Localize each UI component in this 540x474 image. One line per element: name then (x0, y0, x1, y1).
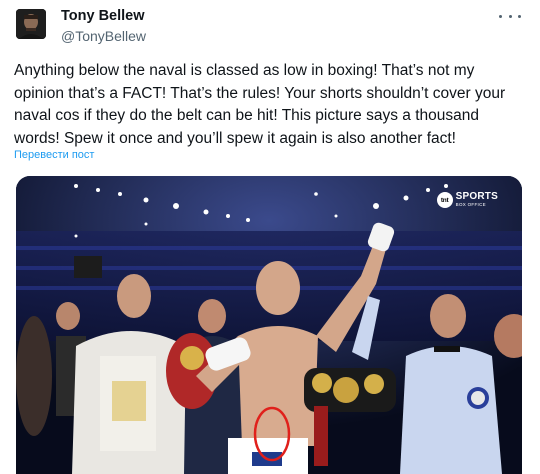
more-horizontal-icon[interactable] (499, 9, 521, 23)
tnt-logo-icon: tnt (436, 192, 453, 208)
boxing-photo (16, 176, 522, 474)
author-block: Tony Bellew @TonyBellew (61, 7, 146, 45)
tweet-card: Tony Bellew @TonyBellew Anything below t… (0, 0, 540, 474)
translate-link[interactable]: Перевести пост (14, 149, 94, 161)
author-name[interactable]: Tony Bellew (61, 7, 146, 25)
post-image[interactable]: tnt SPORTS BOX OFFICE (16, 176, 522, 474)
avatar[interactable] (16, 9, 46, 39)
tnt-sports-watermark: tnt SPORTS BOX OFFICE (436, 191, 498, 208)
author-handle[interactable]: @TonyBellew (61, 27, 146, 45)
watermark-sports: SPORTS (455, 191, 498, 203)
post-text: Anything below the naval is classed as l… (14, 62, 506, 147)
watermark-box-office: BOX OFFICE (455, 202, 486, 208)
